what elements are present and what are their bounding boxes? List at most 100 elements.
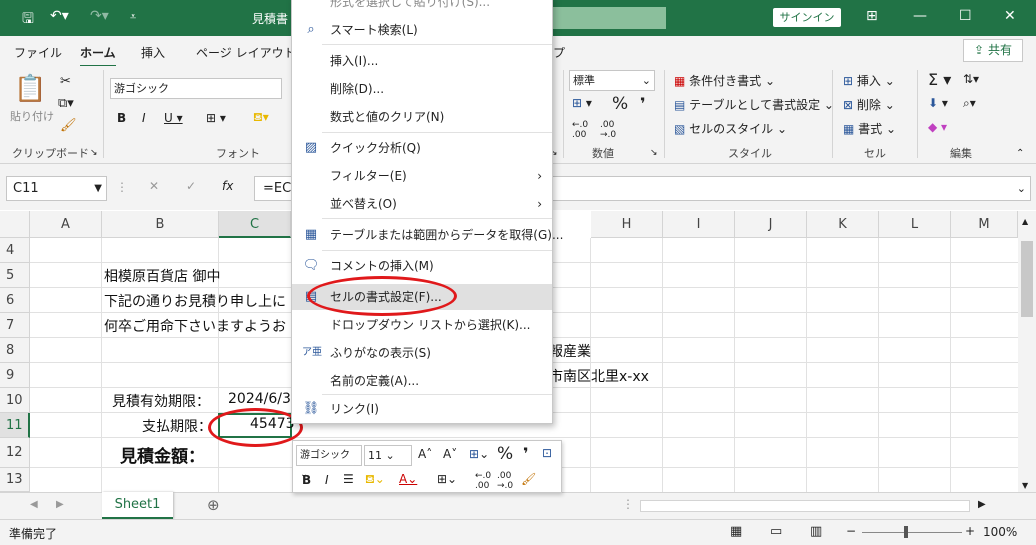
conditional-format-button[interactable]: ▦ 条件付き書式 ⌄	[674, 72, 775, 89]
menu-item-show-furigana[interactable]: ア亜 ふりがなの表示(S)	[292, 340, 552, 366]
cell-b11[interactable]: 支払期限：	[142, 416, 212, 436]
decrease-decimal-icon[interactable]: .00 →.0	[497, 471, 513, 491]
mini-font-combo[interactable]: 游ゴシック ⌄	[296, 445, 362, 480]
percent-icon[interactable]: %	[612, 94, 628, 114]
row-header-11[interactable]: 11	[0, 413, 30, 438]
horizontal-scrollbar[interactable]	[640, 500, 970, 512]
cell-g9[interactable]: 市南区北里x-xx	[549, 366, 649, 386]
zoom-level[interactable]: 100%	[983, 525, 1017, 539]
copy-icon[interactable]: ⧉▾	[58, 96, 74, 111]
grow-font-icon[interactable]: A˄	[418, 447, 432, 461]
comma-icon[interactable]: ❜	[640, 94, 646, 113]
undo-icon[interactable]: ↶▾	[50, 8, 69, 24]
percent-icon[interactable]: %	[497, 444, 513, 464]
ribbon-display-icon[interactable]: ⊞	[866, 8, 878, 24]
tab-partial[interactable]: プ	[553, 44, 565, 61]
cell-style-button[interactable]: ▧ セルのスタイル ⌄	[674, 120, 787, 137]
column-header-m[interactable]: M	[951, 211, 1018, 238]
font-name-combo[interactable]: 游ゴシック	[110, 78, 282, 99]
mini-size-combo[interactable]: 11 ⌄	[364, 445, 412, 466]
column-header-k[interactable]: K	[807, 211, 879, 238]
format-cells-button[interactable]: ▦ 書式 ⌄	[843, 120, 896, 137]
customize-qat-icon[interactable]: ⩡	[130, 10, 136, 24]
save-icon[interactable]: 🖫	[22, 8, 34, 32]
column-header-b[interactable]: B	[102, 211, 219, 238]
tab-splitter-icon[interactable]: ⋮	[622, 497, 634, 511]
column-header-i[interactable]: I	[663, 211, 735, 238]
increase-decimal-icon[interactable]: ←.0.00	[572, 120, 588, 140]
prev-sheet-icon[interactable]: ◀	[30, 499, 38, 510]
border-icon[interactable]: ⊞⌄	[437, 472, 457, 486]
merge-center-icon[interactable]: ⊡	[542, 446, 552, 460]
sort-filter-icon[interactable]: ⇅▾	[963, 72, 979, 86]
fill-color-icon[interactable]: ⛾⌄	[365, 472, 385, 488]
tab-insert[interactable]: 挿入	[141, 44, 165, 61]
fill-color-icon[interactable]: ⛾▾	[253, 110, 269, 126]
column-header-l[interactable]: L	[879, 211, 951, 238]
row-header-5[interactable]: 5	[0, 263, 30, 288]
row-header-10[interactable]: 10	[0, 388, 30, 413]
number-format-combo[interactable]: 標準 ⌄	[569, 70, 655, 91]
comma-icon[interactable]: ❜	[523, 444, 529, 463]
border-icon[interactable]: ⊞ ▾	[206, 111, 226, 125]
tab-home[interactable]: ホーム	[80, 44, 116, 67]
cell-b6[interactable]: 下記の通りお見積り申し上に	[104, 291, 286, 311]
italic-icon[interactable]: I	[325, 473, 329, 487]
menu-item-insert[interactable]: 挿入(I)...	[292, 48, 552, 74]
format-painter-icon[interactable]: 🖌	[60, 118, 77, 133]
select-all-corner[interactable]	[0, 211, 30, 238]
signin-button[interactable]: サインイン	[773, 8, 841, 27]
zoom-slider[interactable]	[862, 532, 962, 533]
menu-item-filter[interactable]: フィルター(E) ›	[292, 163, 552, 189]
next-sheet-icon[interactable]: ▶	[56, 499, 64, 510]
page-layout-view-icon[interactable]: ▭	[770, 524, 782, 539]
cell-b5[interactable]: 相模原百貨店 御中	[104, 266, 220, 286]
zoom-out-icon[interactable]: −	[846, 524, 856, 538]
scroll-right-icon[interactable]: ▶	[978, 499, 986, 510]
row-header-13[interactable]: 13	[0, 468, 30, 492]
delete-cells-button[interactable]: ⊠ 削除 ⌄	[843, 96, 895, 113]
menu-item-quick-analysis[interactable]: ▨ クイック分析(Q)	[292, 135, 552, 161]
increase-decimal-icon[interactable]: ←.0.00	[475, 471, 491, 491]
menu-item-delete[interactable]: 削除(D)...	[292, 76, 552, 102]
format-as-table-button[interactable]: ▤ テーブルとして書式設定 ⌄	[674, 96, 834, 113]
column-header-c[interactable]: C	[219, 211, 291, 238]
row-header-8[interactable]: 8	[0, 338, 30, 363]
cell-b7[interactable]: 何卒ご用命下さいますようお	[104, 316, 286, 336]
cell-b10[interactable]: 見積有効期限：	[112, 391, 210, 411]
add-sheet-icon[interactable]: ⊕	[207, 496, 220, 514]
cut-icon[interactable]: ✂	[60, 74, 71, 89]
menu-item-dropdown-pick[interactable]: ドロップダウン リストから選択(K)...	[292, 312, 552, 338]
menu-item-sort[interactable]: 並べ替え(O) ›	[292, 191, 552, 217]
function-icon[interactable]: fx	[222, 179, 233, 193]
menu-item-define-name[interactable]: 名前の定義(A)...	[292, 368, 552, 394]
zoom-slider-thumb[interactable]	[904, 526, 908, 538]
paste-icon[interactable]: 📋	[14, 74, 46, 104]
cell-g8[interactable]: 報産業	[549, 341, 591, 361]
tab-page-layout[interactable]: ページ レイアウト	[196, 44, 296, 61]
number-launcher-icon[interactable]: ↘	[650, 148, 658, 158]
drag-handle-icon[interactable]: ⋮	[116, 180, 128, 194]
insert-cells-button[interactable]: ⊞ 挿入 ⌄	[843, 72, 895, 89]
row-header-7[interactable]: 7	[0, 313, 30, 338]
row-header-4[interactable]: 4	[0, 238, 30, 263]
find-icon[interactable]: ⌕▾	[963, 96, 976, 111]
menu-item-paste-special[interactable]: 形式を選択して貼り付け(S)...	[292, 0, 552, 15]
align-center-icon[interactable]: ☰	[343, 472, 354, 486]
clear-icon[interactable]: ◆ ▾	[928, 120, 947, 134]
paste-label[interactable]: 貼り付け	[10, 108, 54, 124]
menu-item-link[interactable]: ⛓ リンク(I)	[292, 396, 552, 422]
italic-icon[interactable]: I	[142, 111, 146, 125]
maximize-icon[interactable]: ☐	[959, 8, 972, 24]
normal-view-icon[interactable]: ▦	[730, 524, 742, 539]
autosum-icon[interactable]: Σ ▾	[928, 70, 951, 89]
collapse-ribbon-icon[interactable]: ⌃	[1016, 148, 1024, 159]
clipboard-launcher-icon[interactable]: ↘	[90, 148, 98, 158]
menu-item-get-data[interactable]: ▦ テーブルまたは範囲からデータを取得(G)...	[292, 222, 564, 248]
close-icon[interactable]: ✕	[1004, 8, 1016, 24]
zoom-in-icon[interactable]: +	[965, 524, 975, 538]
accounting-format-icon[interactable]: ⊞⌄	[469, 447, 489, 461]
share-button[interactable]: ⇪ 共有	[963, 39, 1023, 62]
column-header-j[interactable]: J	[735, 211, 807, 238]
minimize-icon[interactable]: —	[913, 8, 927, 24]
